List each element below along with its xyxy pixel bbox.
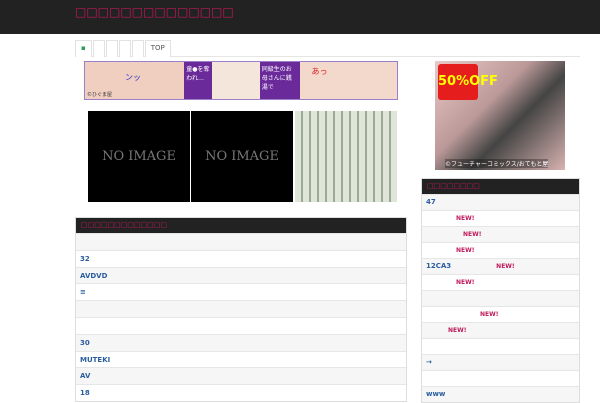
new-badge: NEW! — [480, 311, 499, 318]
list-item-text: → — [426, 358, 432, 366]
list-item[interactable]: 47 — [422, 194, 579, 210]
list-item[interactable]: NEW! — [422, 210, 579, 226]
list-item[interactable]: 32 — [76, 249, 406, 267]
main-widget: □□□□□□□□□□□□□ 32 AVDVD ≡ 30 MUTEKI AV 18 — [75, 217, 407, 402]
list-item[interactable]: 30 — [76, 333, 406, 351]
site-header: □□□□□□□□□□□□□□ — [0, 0, 600, 34]
list-item[interactable]: NEW! — [422, 226, 579, 242]
list-item[interactable]: NEW! — [422, 242, 579, 258]
thumbnail[interactable] — [295, 111, 397, 202]
side-widget: □□□□□□□□ 47 NEW! NEW! NEW! 12CA3 NEW! NEW! NEW!… — [421, 178, 580, 403]
banner-text: あっ — [299, 62, 397, 99]
list-item[interactable]: MUTEKI — [76, 350, 406, 368]
widget-title: □□□□□□□□ — [422, 179, 579, 194]
thumbnail[interactable]: NO IMAGE — [88, 111, 190, 202]
thumbnail[interactable]: NO IMAGE — [191, 111, 293, 202]
nav-tab-home[interactable]: ▪ — [75, 40, 92, 57]
banner-text: 同級生のお母さんに銭湯で — [259, 62, 300, 99]
list-item[interactable]: ≡ — [76, 283, 406, 300]
list-item[interactable] — [76, 233, 406, 250]
list-item[interactable]: 18 — [76, 384, 406, 401]
banner-text: ンッ — [125, 73, 141, 82]
list-item[interactable]: NEW! — [422, 322, 579, 338]
new-badge: NEW! — [496, 263, 515, 270]
list-item[interactable]: AVDVD — [76, 266, 406, 284]
banner-credit: ©ひぐま屋 — [87, 92, 113, 98]
sale-badge: 50%OFF — [438, 64, 498, 100]
list-item-text: 47 — [426, 198, 436, 206]
new-badge: NEW! — [456, 215, 475, 222]
list-item[interactable]: → — [422, 354, 579, 370]
banner-text: 童●を奪われ… — [184, 62, 213, 99]
new-badge: NEW! — [448, 327, 467, 334]
list-item[interactable]: NEW! — [422, 306, 579, 322]
nav-tab-top[interactable]: TOP — [144, 40, 171, 57]
list-item-text: 12CA3 — [426, 262, 452, 270]
nav-tab[interactable] — [131, 40, 144, 57]
ad-credit: ©フューチャーコミックス/おてもと屋 — [445, 159, 549, 168]
new-badge: NEW! — [456, 247, 475, 254]
new-badge: NEW! — [456, 279, 475, 286]
list-item[interactable] — [422, 338, 579, 354]
list-item-text: www — [426, 390, 446, 398]
list-item[interactable] — [76, 316, 406, 334]
list-item[interactable]: NEW! — [422, 274, 579, 290]
site-title[interactable]: □□□□□□□□□□□□□□ — [75, 5, 234, 19]
nav-tab[interactable] — [92, 40, 105, 57]
list-item[interactable]: 12CA3 NEW! — [422, 258, 579, 274]
nav-tab[interactable] — [105, 40, 118, 57]
new-badge: NEW! — [463, 231, 482, 238]
side-ad[interactable]: 50%OFF ©フューチャーコミックス/おてもと屋 — [435, 61, 565, 170]
list-item[interactable] — [422, 290, 579, 306]
list-item[interactable] — [422, 370, 579, 386]
nav-tabs: ▪ TOP — [75, 40, 580, 57]
banner-ad[interactable]: ンッ ©ひぐま屋 童●を奪われ… 同級生のお母さんに銭湯で あっ — [84, 61, 398, 100]
nav-tab[interactable] — [118, 40, 131, 57]
list-item[interactable] — [76, 300, 406, 317]
list-item[interactable]: AV — [76, 367, 406, 385]
widget-title: □□□□□□□□□□□□□ — [76, 218, 406, 233]
